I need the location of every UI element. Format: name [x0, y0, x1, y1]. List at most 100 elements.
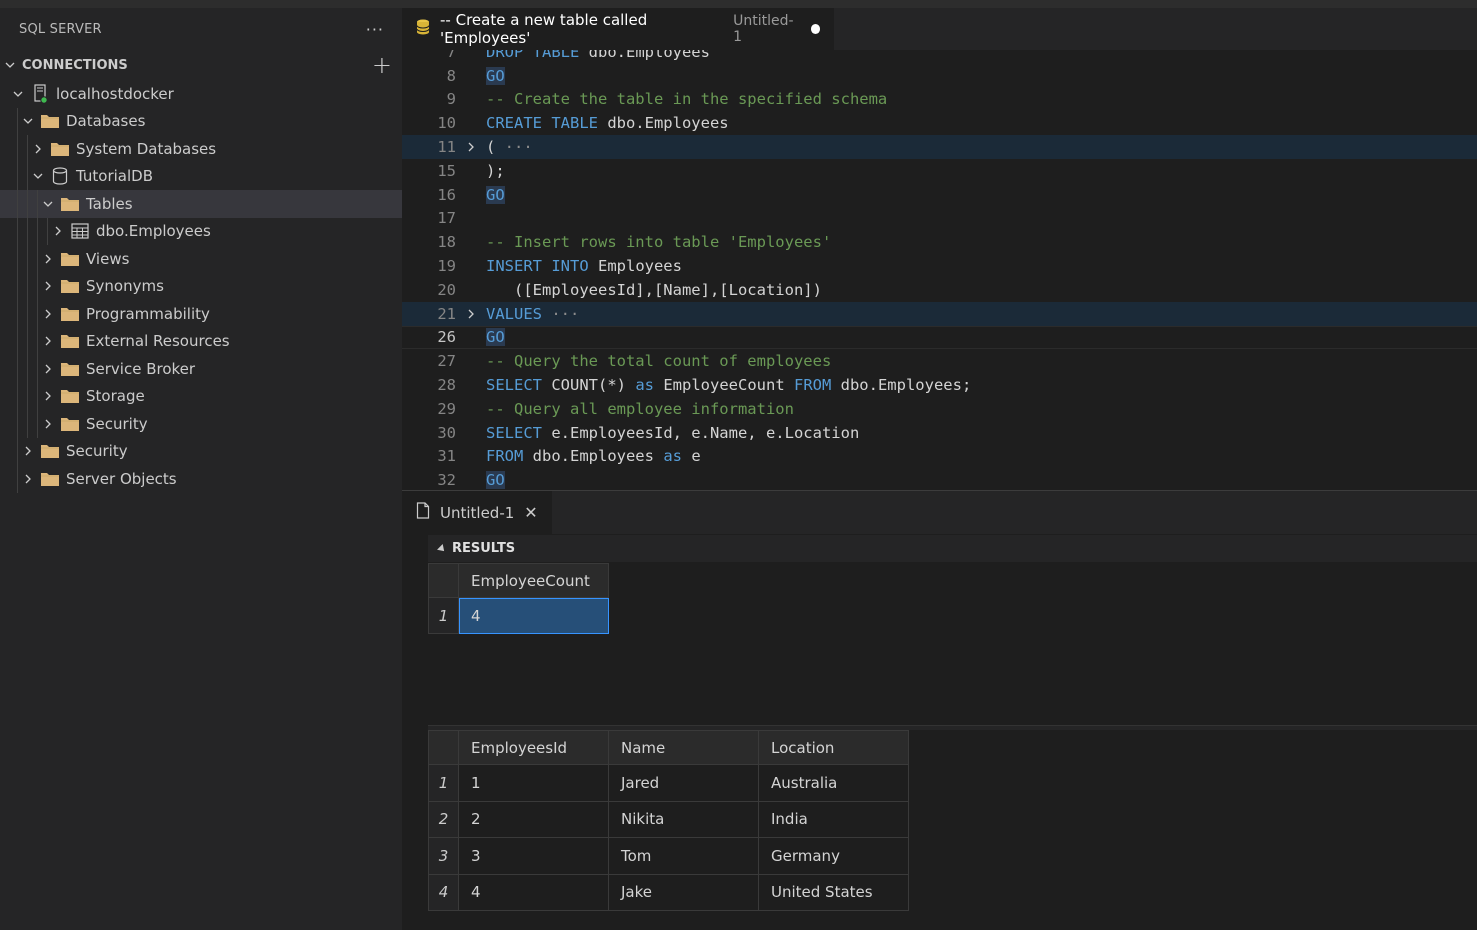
- code-line[interactable]: 15);: [402, 159, 1477, 183]
- table-cell[interactable]: Australia: [758, 764, 909, 802]
- tree-item[interactable]: dbo.Employees: [0, 217, 402, 245]
- chevron-right-icon[interactable]: [20, 471, 36, 487]
- code-text: -- Query all employee information: [486, 400, 794, 418]
- table-cell[interactable]: Jared: [608, 764, 759, 802]
- table-row[interactable]: 3 3 Tom Germany: [428, 837, 909, 875]
- results-header[interactable]: RESULTS: [428, 535, 1477, 562]
- table-row[interactable]: 4 4 Jake United States: [428, 873, 909, 911]
- code-line[interactable]: 28 SELECT COUNT(*) as EmployeeCount FROM …: [402, 373, 1477, 397]
- chevron-right-icon[interactable]: [40, 416, 56, 432]
- code-line[interactable]: 16 GO: [402, 183, 1477, 207]
- indent-guide: [37, 190, 38, 218]
- connections-header[interactable]: CONNECTIONS +: [0, 50, 402, 80]
- chevron-right-icon[interactable]: [20, 443, 36, 459]
- tree-item[interactable]: Server Objects: [0, 465, 402, 493]
- collapse-triangle-icon[interactable]: [437, 543, 447, 554]
- code-line[interactable]: 7 DROP TABLE dbo.Employees: [402, 50, 1477, 64]
- row-number[interactable]: 4: [428, 873, 459, 911]
- table-row[interactable]: 1 1 Jared Australia: [428, 764, 909, 802]
- table-row[interactable]: 2 2 Nikita India: [428, 800, 909, 838]
- code-line[interactable]: 17: [402, 207, 1477, 231]
- tree-item[interactable]: Security: [0, 437, 402, 465]
- chevron-right-icon[interactable]: [40, 333, 56, 349]
- table-row[interactable]: 14: [428, 597, 609, 634]
- chevron-right-icon[interactable]: [40, 278, 56, 294]
- chevron-right-icon[interactable]: [40, 251, 56, 267]
- table-cell[interactable]: 1: [458, 764, 609, 802]
- tree-item[interactable]: localhostdocker: [0, 80, 402, 108]
- table-cell[interactable]: 4: [458, 873, 609, 911]
- code-line[interactable]: 21 VALUES ···: [402, 301, 1477, 326]
- code-line[interactable]: 19 INSERT INTO Employees: [402, 254, 1477, 278]
- code-line[interactable]: 31 FROM dbo.Employees as e: [402, 445, 1477, 469]
- row-number-header[interactable]: [428, 563, 459, 598]
- row-number[interactable]: 3: [428, 837, 459, 875]
- tree-item[interactable]: Storage: [0, 382, 402, 410]
- tree-item[interactable]: Synonyms: [0, 272, 402, 300]
- row-number[interactable]: 2: [428, 800, 459, 838]
- table-cell[interactable]: Nikita: [608, 800, 759, 838]
- code-line[interactable]: 18 -- Insert rows into table 'Employees': [402, 230, 1477, 254]
- chevron-down-icon[interactable]: [2, 57, 18, 73]
- chevron-down-icon[interactable]: [10, 86, 26, 102]
- code-line[interactable]: 8 GO: [402, 64, 1477, 88]
- table-cell[interactable]: Tom: [608, 837, 759, 875]
- code-token: SELECT: [486, 376, 542, 395]
- chevron-right-icon[interactable]: [40, 361, 56, 377]
- code-line[interactable]: 11 ( ···: [402, 135, 1477, 159]
- code-line[interactable]: 30 SELECT e.EmployeesId, e.Name, e.Locati…: [402, 421, 1477, 445]
- tree-item[interactable]: Programmability: [0, 300, 402, 328]
- table-cell[interactable]: United States: [758, 873, 909, 911]
- close-icon[interactable]: ✕: [524, 503, 537, 522]
- results-grid-count[interactable]: EmployeeCount 1 4: [428, 563, 609, 634]
- fold-chevron-icon[interactable]: [456, 141, 486, 153]
- code-token: ···: [495, 138, 533, 157]
- chevron-right-icon[interactable]: [30, 141, 46, 157]
- table-cell[interactable]: India: [758, 800, 909, 838]
- table-cell[interactable]: 2: [458, 800, 609, 838]
- tree-item[interactable]: Service Broker: [0, 355, 402, 383]
- code-line[interactable]: 26 GO: [402, 325, 1477, 350]
- results-grid-employees[interactable]: EmployeesId Name Location 1 1 Jared Australia 2…: [428, 730, 909, 911]
- table-cell[interactable]: 4: [458, 597, 609, 634]
- panel-tab[interactable]: Untitled-1 ✕: [402, 491, 552, 534]
- row-number[interactable]: 1: [428, 764, 459, 802]
- chevron-down-icon[interactable]: [40, 196, 56, 212]
- row-number[interactable]: 1: [428, 597, 459, 634]
- tree-item[interactable]: Tables: [0, 190, 402, 218]
- fold-chevron-icon[interactable]: [456, 308, 486, 320]
- code-area[interactable]: 7 DROP TABLE dbo.Employees 8 GO 9 -- Create t…: [402, 50, 1477, 490]
- tree-item[interactable]: Security: [0, 410, 402, 438]
- column-header[interactable]: Location: [758, 730, 909, 765]
- code-line[interactable]: 20 ([EmployeesId],[Name],[Location]): [402, 278, 1477, 302]
- table-cell[interactable]: Jake: [608, 873, 759, 911]
- chevron-down-icon[interactable]: [20, 113, 36, 129]
- code-line[interactable]: 27 -- Query the total count of employees: [402, 349, 1477, 373]
- code-line[interactable]: 29 -- Query all employee information: [402, 397, 1477, 421]
- chevron-right-icon[interactable]: [40, 306, 56, 322]
- add-connection-icon[interactable]: +: [372, 53, 392, 77]
- unsaved-dot-icon[interactable]: [810, 24, 821, 34]
- code-line[interactable]: 10 CREATE TABLE dbo.Employees: [402, 111, 1477, 135]
- code-line[interactable]: 9 -- Create the table in the specified sc…: [402, 88, 1477, 112]
- chevron-right-icon[interactable]: [40, 388, 56, 404]
- row-number-header[interactable]: [428, 730, 459, 765]
- editor-tab[interactable]: -- Create a new table called 'Employees'…: [402, 8, 834, 50]
- table-cell[interactable]: Germany: [758, 837, 909, 875]
- column-header[interactable]: Name: [608, 730, 759, 765]
- tree-item[interactable]: External Resources: [0, 327, 402, 355]
- more-actions-icon[interactable]: ···: [366, 20, 384, 39]
- column-header[interactable]: EmployeeCount: [458, 563, 609, 598]
- code-text: ( ···: [486, 138, 533, 156]
- code-line[interactable]: 32 GO: [402, 468, 1477, 490]
- tree-item[interactable]: Views: [0, 245, 402, 273]
- code-token: GO: [486, 185, 505, 204]
- tree-item[interactable]: System Databases: [0, 135, 402, 163]
- chevron-right-icon[interactable]: [50, 223, 66, 239]
- tree-item[interactable]: TutorialDB: [0, 162, 402, 190]
- column-header[interactable]: EmployeesId: [458, 730, 609, 765]
- table-cell[interactable]: 3: [458, 837, 609, 875]
- chevron-down-icon[interactable]: [30, 168, 46, 184]
- indent-guide: [17, 382, 18, 410]
- tree-item[interactable]: Databases: [0, 107, 402, 135]
